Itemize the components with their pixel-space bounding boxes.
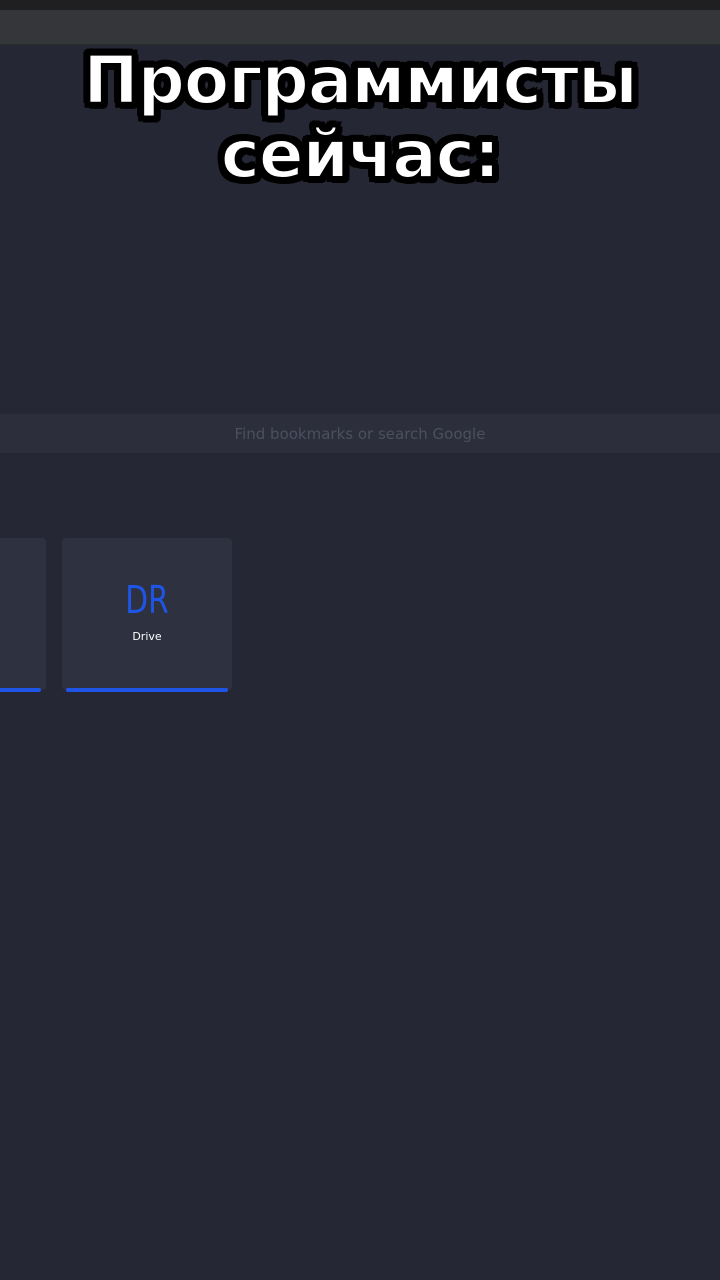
- new-tab-page: Программисты сейчас: DR Drive: [0, 0, 720, 1280]
- bookmark-tile[interactable]: [0, 538, 46, 692]
- bookmark-search-input[interactable]: [0, 414, 720, 453]
- tile-accent-underline: [0, 688, 41, 692]
- bookmark-abbr: DR: [125, 578, 169, 622]
- browser-top-strip: [0, 0, 720, 10]
- meme-caption: Программисты сейчас:: [20, 42, 700, 193]
- bookmark-label: Drive: [132, 630, 162, 643]
- caption-line-1: Программисты: [82, 42, 638, 119]
- bookmark-tile-drive[interactable]: DR Drive: [62, 538, 232, 692]
- tile-accent-underline: [66, 688, 228, 692]
- address-bar[interactable]: [0, 10, 720, 45]
- caption-line-2: сейчас:: [220, 116, 502, 193]
